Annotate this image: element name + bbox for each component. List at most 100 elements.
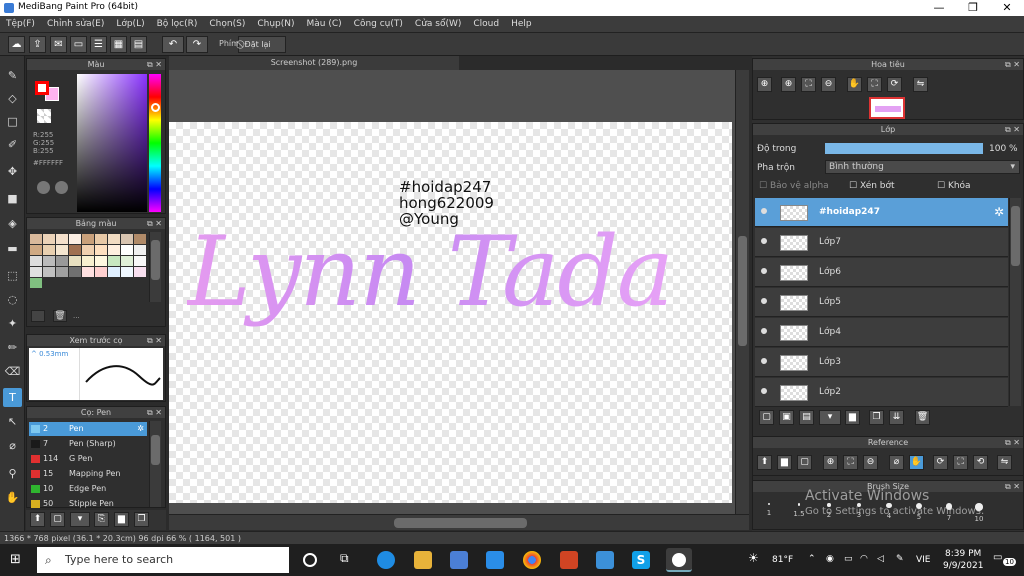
shape-tool-icon[interactable]: □ [3, 112, 22, 131]
zoom-in-icon[interactable]: ⊕ [757, 77, 772, 92]
palette-swatch[interactable] [121, 245, 133, 255]
select-tool-icon[interactable]: ⬚ [3, 266, 22, 285]
medibang-taskbar-icon[interactable] [666, 548, 692, 572]
document-tab[interactable]: Screenshot (289).png [169, 56, 459, 70]
ref-zoom-out-icon[interactable]: ⊖ [863, 455, 878, 470]
undo-icon[interactable]: ↶ [162, 36, 184, 53]
color-wheel-icon[interactable] [37, 181, 50, 194]
palette-swatch[interactable] [56, 256, 68, 266]
flip-icon[interactable]: ⇋ [913, 77, 928, 92]
palette-swatch[interactable] [43, 234, 55, 244]
ref-upload-icon[interactable]: ⬆ [757, 455, 772, 470]
ref-image-icon[interactable]: ▢ [797, 455, 812, 470]
ref-hand-icon[interactable]: ✋ [909, 455, 924, 470]
palette-swatch[interactable] [69, 267, 81, 277]
panel-options-icon[interactable]: ⧉ ✕ [1005, 59, 1020, 70]
panel-options-icon[interactable]: ⧉ ✕ [147, 335, 162, 346]
palette-swatch[interactable] [82, 234, 94, 244]
protect-alpha-checkbox[interactable]: ☐ Bảo vệ alpha [759, 181, 829, 191]
palette-swatch[interactable] [30, 234, 42, 244]
color-add-icon[interactable] [55, 181, 68, 194]
palette-swatch[interactable] [30, 278, 42, 288]
panel-options-icon[interactable]: ⧉ ✕ [147, 59, 162, 70]
layer-row[interactable]: Lớp4 [755, 318, 1008, 347]
store-icon[interactable] [450, 551, 468, 569]
palette-swatch[interactable] [134, 245, 146, 255]
ref-fullscreen-icon[interactable]: ⛶ [953, 455, 968, 470]
canvas-vertical-scrollbar[interactable] [735, 70, 749, 514]
primary-color-swatch[interactable] [35, 81, 49, 95]
visibility-icon[interactable] [761, 388, 767, 394]
brush-scrollbar[interactable] [149, 421, 161, 507]
opacity-slider[interactable] [825, 143, 983, 154]
duplicate-layer-icon[interactable]: ❐ [869, 410, 884, 425]
dropper-icon[interactable]: ⚲ [3, 464, 22, 483]
zoom-plus-icon[interactable]: ⊕ [781, 77, 796, 92]
palette-swatch[interactable] [108, 245, 120, 255]
close-button[interactable]: ✕ [990, 0, 1024, 16]
weather-temp[interactable]: 81°F [772, 555, 793, 565]
palette-swatch[interactable] [95, 245, 107, 255]
palette-swatch[interactable] [56, 245, 68, 255]
gear-icon[interactable]: ✲ [994, 205, 1004, 219]
panel-options-icon[interactable]: ⧉ ✕ [1005, 124, 1020, 135]
blend-mode-select[interactable]: Bình thường ▾ [825, 160, 1020, 174]
battery-icon[interactable]: ▭ [844, 554, 853, 564]
brush-item[interactable]: 15 Mapping Pen [29, 467, 147, 481]
minimize-button[interactable]: — [922, 0, 956, 16]
brush-item[interactable]: 10 Edge Pen [29, 482, 147, 496]
new-halftone-layer-icon[interactable]: ▣ [779, 410, 794, 425]
palette-swatch[interactable] [43, 267, 55, 277]
hand-tool-icon[interactable]: ✋ [3, 488, 22, 507]
select-pen-icon[interactable]: ✏ [3, 338, 22, 357]
visibility-icon[interactable] [761, 328, 767, 334]
windows-start-icon[interactable]: ⊞ [10, 553, 24, 567]
ref-reset-icon[interactable]: ⟲ [973, 455, 988, 470]
ref-folder-icon[interactable]: ▆ [777, 455, 792, 470]
palette-swatch[interactable] [121, 234, 133, 244]
palette-swatch[interactable] [95, 267, 107, 277]
maximize-button[interactable]: ❐ [956, 0, 990, 16]
clock-date[interactable]: 9/9/2021 [943, 561, 983, 571]
visibility-icon[interactable] [761, 298, 767, 304]
trash-icon[interactable]: 🗑 [53, 310, 67, 322]
ref-eyedropper-icon[interactable]: ⌀ [889, 455, 904, 470]
merge-layer-icon[interactable]: ⇊ [889, 410, 904, 425]
brush-item[interactable]: 114 G Pen [29, 452, 147, 466]
palette-swatch[interactable] [69, 245, 81, 255]
palette-swatch[interactable] [108, 234, 120, 244]
palette-swatch[interactable] [30, 267, 42, 277]
share-icon[interactable]: ⇪ [29, 36, 46, 53]
grid-icon[interactable]: ▦ [110, 36, 127, 53]
brush-item[interactable]: 2 Pen ✲ [29, 422, 147, 436]
visibility-icon[interactable] [761, 358, 767, 364]
brush-new-icon[interactable]: ▢ [50, 512, 65, 527]
gradient-tool-icon[interactable]: ▬ [3, 239, 22, 258]
file-explorer-icon[interactable] [414, 551, 432, 569]
palette-swatch[interactable] [121, 267, 133, 277]
list-icon[interactable]: ☰ [90, 36, 107, 53]
ref-flip-icon[interactable]: ⇋ [997, 455, 1012, 470]
palette-swatch[interactable] [30, 256, 42, 266]
text-tool-icon[interactable]: T [3, 388, 22, 407]
magic-wand-icon[interactable]: ✦ [3, 314, 22, 333]
taskbar-search[interactable]: ⌕ Type here to search [37, 547, 289, 573]
menu-item[interactable]: Chọn(S) [203, 16, 251, 33]
menu-item[interactable]: Màu (C) [301, 16, 348, 33]
panel-options-icon[interactable]: ⧉ ✕ [147, 407, 162, 418]
cloud-icon[interactable]: ☁ [8, 36, 25, 53]
reset-button[interactable]: ⃠ Đặt lại [238, 36, 286, 53]
eyedropper-icon[interactable]: ⌀ [3, 436, 22, 455]
menu-item[interactable]: Chụp(N) [251, 16, 300, 33]
zoom-out-icon[interactable]: ⊖ [821, 77, 836, 92]
visibility-icon[interactable] [761, 208, 767, 214]
palette-swatch[interactable] [95, 256, 107, 266]
layer-row[interactable]: Lớp2 [755, 378, 1008, 407]
clock-time[interactable]: 8:39 PM [945, 549, 981, 559]
hue-handle[interactable] [151, 103, 160, 112]
palette-swatch[interactable] [43, 245, 55, 255]
bucket-tool-icon[interactable]: ◈ [3, 214, 22, 233]
fullscreen-icon[interactable]: ⛶ [867, 77, 882, 92]
network-icon[interactable]: ◉ [826, 554, 834, 564]
weather-icon[interactable]: ☀ [748, 551, 759, 565]
